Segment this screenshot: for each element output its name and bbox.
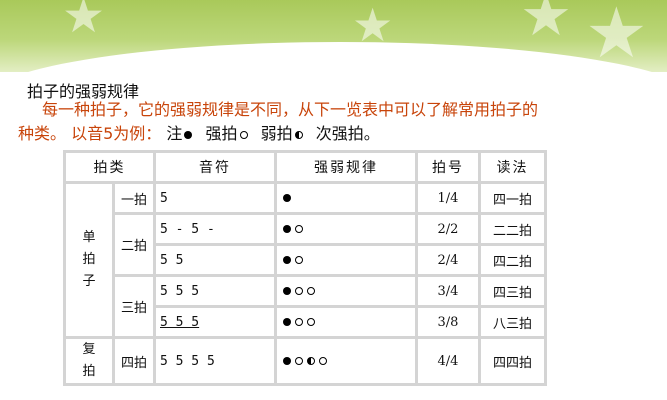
pattern-cell: [277, 277, 415, 305]
legend-label-substrong: 次强拍。: [315, 124, 380, 143]
meter-cell: 3/4: [418, 277, 478, 305]
strong-beat-icon: [283, 357, 291, 365]
legend-label-note: 注: [166, 124, 183, 143]
weak-beat-icon: [319, 357, 327, 365]
meter-cell: 4/4: [418, 339, 478, 383]
weak-beat-icon: [295, 225, 303, 233]
strong-beat-icon: [184, 130, 193, 139]
sub-kind: 三拍: [115, 277, 153, 336]
beat-table: 拍类 音符 强弱规律 拍号 读法 单 拍 子 一拍 5 1/4 四一拍 二拍 5…: [63, 150, 547, 386]
legend-label-strong: 强拍: [205, 124, 238, 143]
star-icon: ★: [352, 0, 394, 52]
weak-beat-icon: [307, 287, 315, 295]
pattern-cell: [277, 184, 415, 212]
table-header-row: 拍类 音符 强弱规律 拍号 读法: [66, 153, 544, 181]
pattern-cell: [277, 246, 415, 274]
intro-prefix: 种类。 以音5为例：: [18, 124, 162, 143]
group-compound: 复 拍: [66, 339, 112, 383]
sub-strong-beat-icon: [294, 130, 303, 139]
table-row: 二拍 5 - 5 - 2/2 二二拍: [66, 215, 544, 274]
pattern-cell: [277, 339, 415, 383]
notes-cell: 5 - 5 -: [156, 215, 274, 243]
weak-beat-icon: [239, 130, 248, 139]
table-row: 三拍 5 5 5 3/4 四三拍: [66, 277, 544, 336]
meter-cell: 2/4: [418, 246, 478, 274]
intro-line-1: 每一种拍子，它的强弱规律是不同，从下一览表中可以了解常用拍子的: [42, 100, 539, 119]
group-single: 单 拍 子: [66, 184, 112, 336]
strong-beat-icon: [283, 287, 291, 295]
read-cell: 八三拍: [481, 308, 544, 336]
meter-cell: 2/2: [418, 215, 478, 243]
read-cell: 四二拍: [481, 246, 544, 274]
pattern-cell: [277, 215, 415, 243]
sub-strong-beat-icon: [307, 357, 315, 365]
weak-beat-icon: [295, 256, 303, 264]
star-icon: ★: [520, 0, 572, 49]
strong-beat-icon: [283, 194, 291, 202]
intro-paragraph: 每一种拍子，它的强弱规律是不同，从下一览表中可以了解常用拍子的 种类。 以音5为…: [18, 98, 658, 146]
read-cell: 四三拍: [481, 277, 544, 305]
read-cell: 四一拍: [481, 184, 544, 212]
notes-cell: 5 5: [156, 246, 274, 274]
read-cell: 二二拍: [481, 215, 544, 243]
notes-cell: 5 5 5: [156, 277, 274, 305]
strong-beat-icon: [283, 225, 291, 233]
read-cell: 四四拍: [481, 339, 544, 383]
pattern-cell: [277, 308, 415, 336]
header-kind: 拍类: [66, 153, 153, 181]
sub-kind: 一拍: [115, 184, 153, 212]
weak-beat-icon: [295, 287, 303, 295]
intro-line-2: 种类。 以音5为例： 注 强拍 弱拍 次强拍。: [18, 122, 658, 146]
notes-cell: 5: [156, 184, 274, 212]
header-meter: 拍号: [418, 153, 478, 181]
table-row: 复 拍 四拍 5 5 5 5 4/4 四四拍: [66, 339, 544, 383]
weak-beat-icon: [295, 318, 303, 326]
header-read: 读法: [481, 153, 544, 181]
sub-kind: 四拍: [115, 339, 153, 383]
header-banner: ★ ★ ★ ★: [0, 0, 667, 72]
table-row: 单 拍 子 一拍 5 1/4 四一拍: [66, 184, 544, 336]
star-icon: ★: [62, 0, 106, 44]
meter-cell: 3/8: [418, 308, 478, 336]
strong-beat-icon: [283, 318, 291, 326]
meter-cell: 1/4: [418, 184, 478, 212]
header-pattern: 强弱规律: [277, 153, 415, 181]
sub-kind: 二拍: [115, 215, 153, 274]
star-icon: ★: [585, 0, 648, 72]
weak-beat-icon: [307, 318, 315, 326]
legend-label-weak: 弱拍: [260, 124, 293, 143]
notes-cell: 5 5 5: [156, 308, 274, 336]
header-notes: 音符: [156, 153, 274, 181]
strong-beat-icon: [283, 256, 291, 264]
weak-beat-icon: [295, 357, 303, 365]
notes-cell: 5 5 5 5: [156, 339, 274, 383]
